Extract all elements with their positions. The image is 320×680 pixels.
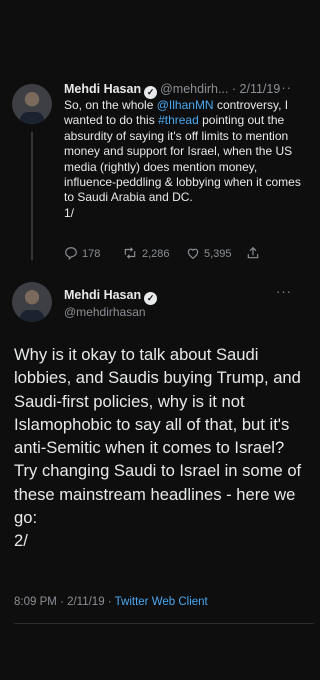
retweet-button[interactable]: 2,286 [122, 246, 170, 260]
separator: · [107, 596, 112, 608]
hashtag-link[interactable]: #thread [158, 113, 199, 127]
thread-marker: 2/ [14, 531, 28, 551]
tweet-date[interactable]: 2/11/19 [240, 82, 281, 96]
retweet-icon [124, 247, 136, 259]
reply-button[interactable]: 178 [64, 246, 101, 261]
like-count: 5,395 [204, 248, 232, 260]
tweet-date[interactable]: 2/11/19 [67, 596, 105, 608]
thread-marker: 1/ [64, 205, 75, 220]
client-link[interactable]: Twitter Web Client [115, 596, 208, 608]
tweet-meta: 8:09 PM · 2/11/19 · Twitter Web Client [14, 596, 208, 608]
tweet-text: Why is it okay to talk about Saudi lobbi… [14, 343, 306, 553]
author-name-line: Mehdi Hasan ✓ [64, 288, 160, 305]
retweet-count: 2,286 [142, 248, 170, 260]
divider [14, 623, 314, 624]
tweet-text: So, on the whole @IlhanMN controversy, I… [64, 98, 310, 221]
mention-link[interactable]: @IlhanMN [157, 98, 214, 112]
avatar[interactable] [12, 282, 52, 322]
separator: · [60, 596, 64, 608]
reply-count: 178 [82, 248, 101, 260]
tweet-time[interactable]: 8:09 PM [14, 596, 57, 608]
author-name[interactable]: Mehdi Hasan [64, 288, 141, 302]
reply-icon [65, 247, 77, 261]
share-icon [247, 246, 259, 259]
separator: · [231, 82, 237, 96]
share-button[interactable] [246, 246, 264, 260]
more-options-icon[interactable]: ··· [276, 80, 292, 95]
more-options-icon[interactable]: ··· [276, 284, 292, 299]
verified-badge-icon: ✓ [144, 292, 158, 305]
tweet-text-part: Why is it okay to talk about Saudi lobbi… [14, 345, 302, 528]
like-button[interactable]: 5,395 [186, 246, 232, 260]
avatar[interactable] [12, 84, 52, 124]
tweet-actions: 178 2,286 5,395 [64, 246, 264, 262]
author-name[interactable]: Mehdi Hasan [64, 82, 141, 96]
author-handle[interactable]: @mehdirh... [160, 82, 228, 96]
thread-connector-line [31, 132, 33, 260]
tweet-text-part: So, on the whole [64, 98, 157, 112]
author-handle[interactable]: @mehdirhasan [64, 305, 146, 319]
tweet-header: Mehdi Hasan ✓ @mehdirh... · 2/11/19 [64, 82, 280, 99]
heart-icon [187, 248, 199, 259]
